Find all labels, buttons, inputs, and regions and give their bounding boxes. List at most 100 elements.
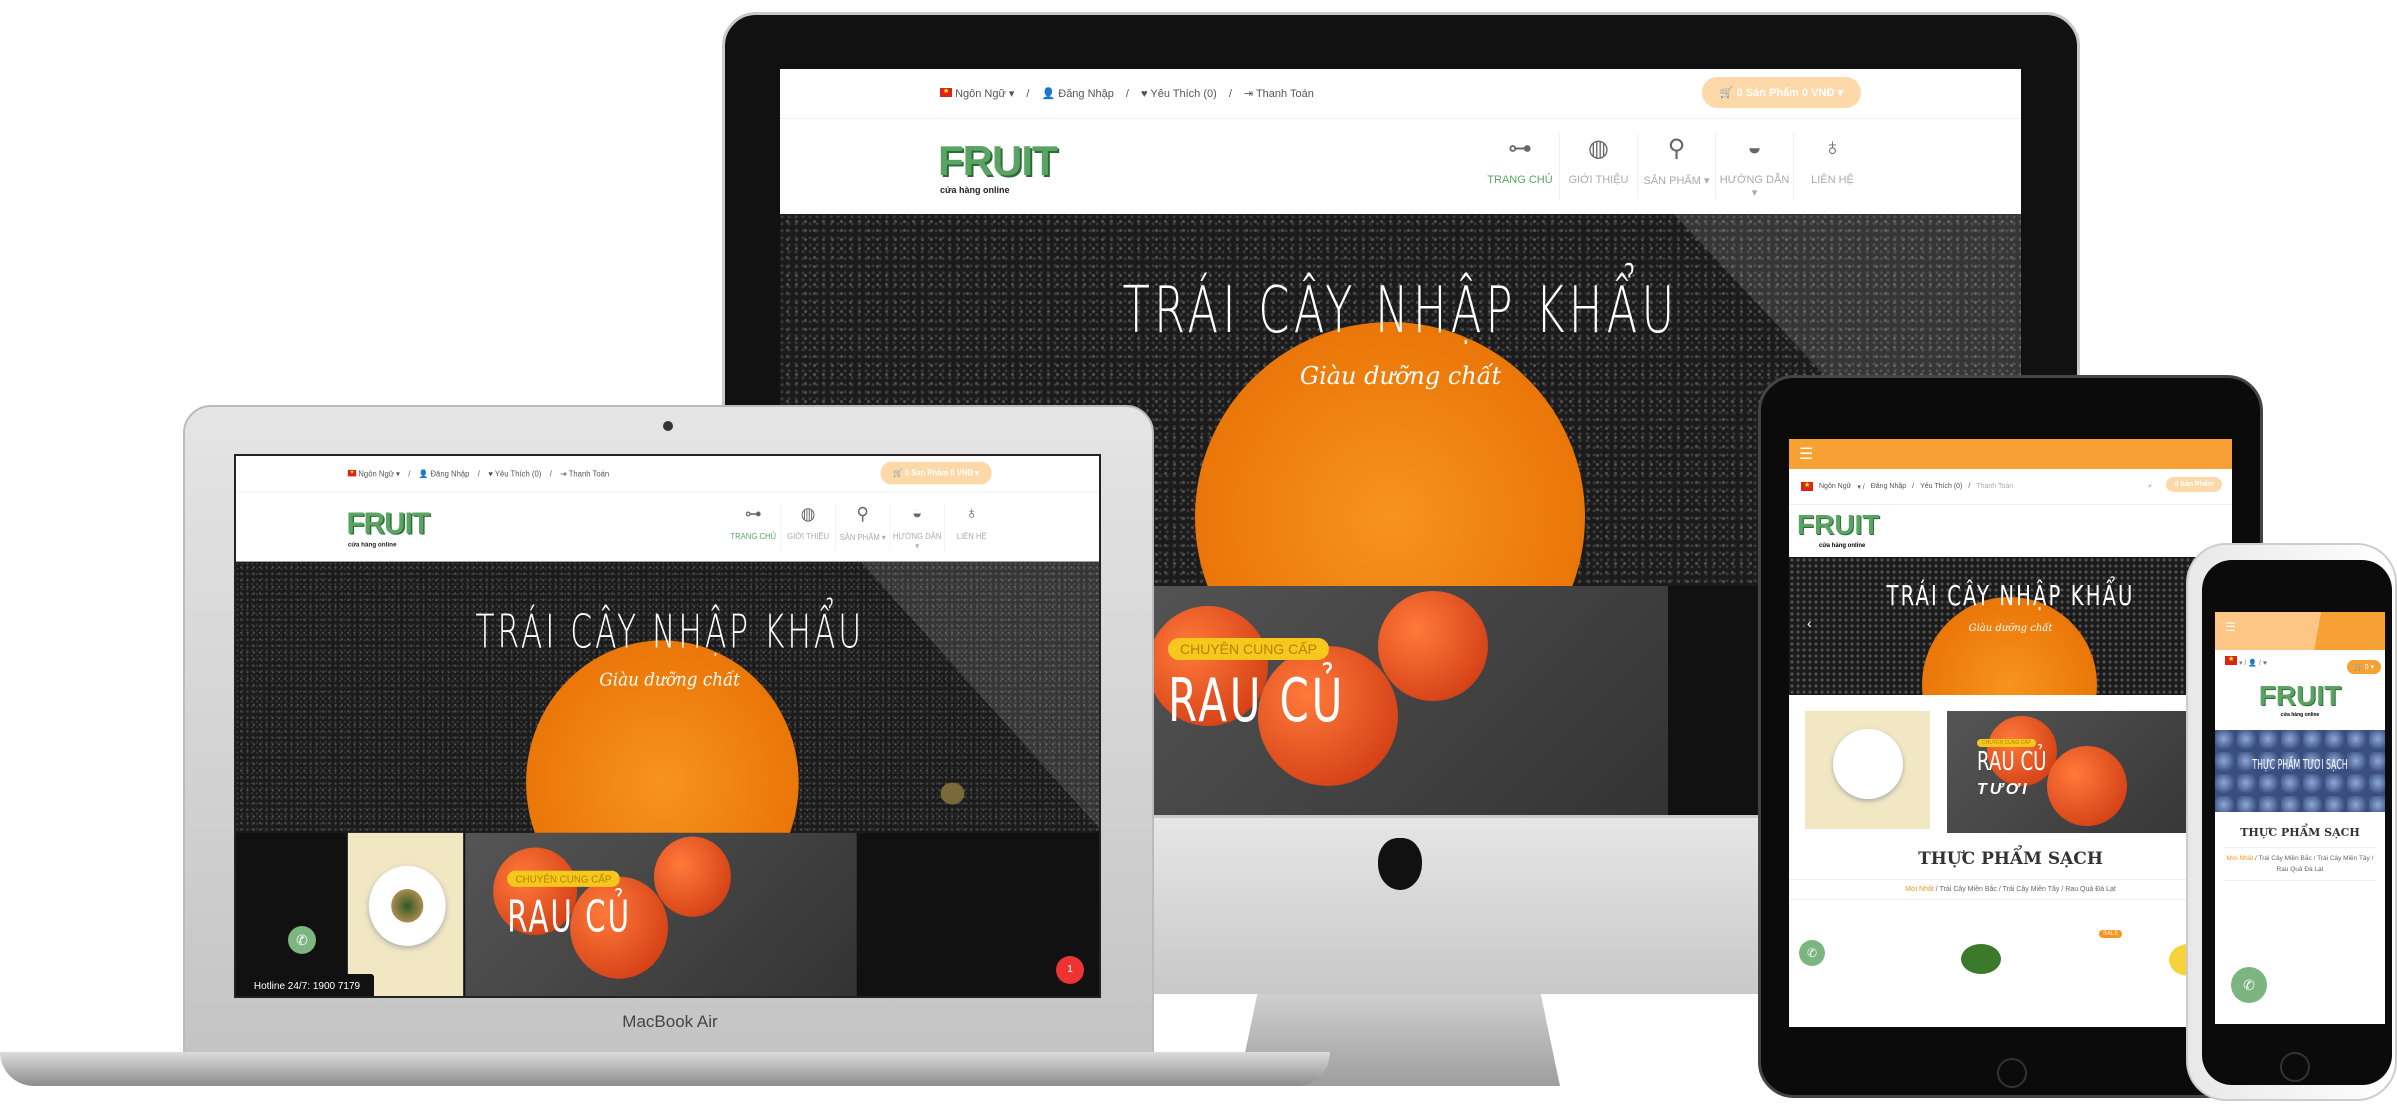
slider-prev-icon[interactable]: ‹ [1807, 615, 1812, 631]
tab-dalat-veg[interactable]: Rau Quả Đà Lạt [2277, 866, 2324, 873]
tab-north-fruit[interactable]: Trái Cây Miền Bắc [2259, 855, 2312, 862]
tomato-image [654, 836, 731, 917]
cart-label: 0 Sản Phẩm 0 VNĐ [904, 469, 974, 478]
checkout-link[interactable]: ⇥ Thanh Toán [560, 469, 609, 479]
laptop-base [0, 1052, 1330, 1086]
drumstick-icon: ⚲ [1667, 135, 1686, 162]
checkout-label: Thanh Toán [1255, 88, 1314, 100]
skewer-icon: ⊶ [744, 504, 762, 524]
vegetable-banner[interactable]: CHUYÊN CUNG CẤP RAU CỦ [1108, 586, 1668, 815]
dish-banner[interactable] [1805, 711, 1930, 829]
main-nav: FRUIT cửa hàng online ⊶ TRANG CHỦ ◍ GIỚI T… [236, 492, 1099, 562]
vietnam-flag-icon [1801, 481, 1813, 491]
vietnam-flag-icon[interactable] [2225, 655, 2237, 665]
logo-area: FRUIT cửa hàng online [1789, 505, 2232, 557]
nav-guide[interactable]: ◒ HƯỚNG DẪN ▾ [1715, 134, 1793, 199]
category-tabs: Mới Nhất / Trái Cây Miền Bắc / Trái Cây … [2223, 847, 2377, 881]
logo[interactable]: FRUIT [2215, 680, 2385, 712]
language-selector[interactable]: Ngôn Ngữ ▾ [940, 87, 1014, 100]
fruit-icon: ♁ [965, 503, 978, 524]
phone-call-button[interactable]: ✆ [2231, 967, 2267, 1003]
logo[interactable]: FRUIT [346, 506, 430, 541]
nav-label: TRANG CHỦ [1487, 174, 1553, 186]
camera-icon [663, 421, 673, 431]
nav-about[interactable]: ◍ GIỚI THIỆU [780, 503, 836, 551]
hero-slider[interactable]: TRÁI CÂY NHẬP KHẨU Giàu dưỡng chất ‹ [1789, 557, 2232, 695]
tab-newest[interactable]: Mới Nhất [2227, 855, 2254, 862]
hero-slider[interactable]: TRÁI CÂY NHẬP KHẨU Giàu dưỡng chất [236, 561, 1099, 833]
cart-button[interactable]: 0 Sản Phẩm [2166, 477, 2222, 492]
mobile-menu-bar: ☰ [1789, 439, 2232, 469]
nav-guide[interactable]: ◒ HƯỚNG DẪN ▾ [889, 503, 945, 551]
section-title: THỰC PHẨM SẠCH [1918, 849, 2103, 869]
laptop-model-label: MacBook Air [622, 1012, 718, 1031]
nav-label: SẢN PHẨM ▾ [839, 533, 886, 543]
separator: / [1026, 87, 1030, 100]
separator: / [1125, 87, 1129, 100]
vegetable-banner[interactable]: CHUYÊN CUNG CẤP RAU CỦ [465, 832, 857, 996]
hero-title: TRÁI CÂY NHẬP KHẨU [1886, 579, 2135, 612]
hamburger-menu-icon[interactable]: ☰ [2225, 620, 2236, 634]
login-link[interactable]: 👤 Đăng Nhập [1041, 87, 1113, 100]
nav-about[interactable]: ◍ GIỚI THIỆU [1559, 134, 1637, 199]
separator: / [1228, 87, 1232, 100]
tab-north-fruit[interactable]: Trái Cây Miền Bắc [1940, 886, 1997, 893]
tab-west-fruit[interactable]: Trái Cây Miền Tây [2317, 855, 2370, 862]
dish-banner[interactable] [347, 832, 464, 996]
apple-logo-icon [1378, 838, 1422, 890]
cart-count: 0 [2364, 664, 2369, 671]
vietnam-flag-icon [940, 87, 952, 97]
wishlist-link[interactable]: ♥ Yêu Thích (0) [488, 469, 541, 478]
tab-dalat-veg[interactable]: Rau Quả Đà Lạt [2065, 886, 2116, 893]
tab-newest[interactable]: Mới Nhất [1905, 886, 1934, 893]
phone-call-button[interactable]: ✆ [1799, 940, 1825, 966]
checkout-link[interactable]: Thanh Toán [1976, 483, 2013, 490]
language-selector[interactable]: Ngôn Ngữ [1819, 483, 1851, 490]
login-link[interactable]: 👤 Đăng Nhập [419, 469, 470, 479]
wishlist-link[interactable]: Yêu Thích (0) [1920, 483, 1962, 490]
nav-contact[interactable]: ♁ LIÊN HỆ [944, 503, 999, 551]
main-nav: FRUIT cửa hàng online ⊶ TRANG CHỦ ◍ GIỚI T… [780, 119, 2021, 214]
separator: / [477, 469, 480, 479]
fruit-icon: ♁ [1823, 134, 1842, 161]
cart-button[interactable]: 🛒 0 Sản Phẩm 0 VNĐ ▾ [880, 461, 992, 485]
cart-button[interactable]: 🛒 0 ▾ [2346, 660, 2381, 674]
checkout-link[interactable]: ⇥ Thanh Toán [1244, 87, 1314, 100]
login-link[interactable]: Đăng Nhập [1871, 483, 1906, 490]
nav-label: SẢN PHẨM ▾ [1643, 175, 1710, 187]
taco-icon: ◒ [1747, 134, 1762, 161]
orange-navel [940, 782, 965, 805]
nav-label: LIÊN HỆ [1811, 174, 1854, 186]
nav-home[interactable]: ⊶ TRANG CHỦ [1481, 134, 1559, 199]
section-title: THỰC PHẨM SẠCH [2240, 826, 2360, 839]
wishlist-label: Yêu Thích (0) [494, 469, 542, 479]
logo-tagline: cửa hàng online [1819, 543, 1866, 549]
home-button [2280, 1052, 2310, 1082]
logo[interactable]: FRUIT [938, 137, 1058, 185]
nav-products[interactable]: ⚲ SẢN PHẨM ▾ [1637, 134, 1715, 199]
drumstick-icon: ⚲ [856, 504, 869, 524]
hamburger-menu-icon[interactable]: ☰ [1799, 444, 1813, 464]
website-page: Ngôn Ngữ ▾ / 👤 Đăng Nhập / ♥ Yêu Thích (… [236, 456, 1099, 996]
nav-label: HƯỚNG DẪN ▾ [892, 532, 942, 551]
nav-home[interactable]: ⊶ TRANG CHỦ [726, 503, 781, 550]
nav-products[interactable]: ⚲ SẢN PHẨM ▾ [835, 503, 890, 551]
tomato-image [2047, 746, 2127, 826]
nav-contact[interactable]: ♁ LIÊN HỆ [1793, 134, 1871, 199]
logo[interactable]: FRUIT [1797, 509, 1879, 541]
sale-badge: SALE [2099, 930, 2123, 938]
hero-slider[interactable]: THỰC PHẨM TƯƠI SẠCH [2215, 730, 2385, 812]
product-image[interactable] [1961, 944, 2001, 974]
wishlist-link[interactable]: ♥ Yêu Thích (0) [1141, 88, 1217, 100]
nav-label: GIỚI THIỆU [1568, 174, 1629, 186]
logo-tagline: cửa hàng online [2280, 712, 2320, 718]
search-icon[interactable]: ⌕ [2148, 483, 2152, 491]
language-selector[interactable]: Ngôn Ngữ ▾ [347, 469, 400, 479]
banner-tag: CHUYÊN CUNG CẤP [1168, 638, 1329, 660]
nav-label: TRANG CHỦ [730, 532, 777, 542]
banner-subtitle: TƯƠI [1977, 781, 2030, 798]
hero-subtitle: Giàu dưỡng chất [1968, 623, 2053, 634]
nav-label: GIỚI THIỆU [787, 532, 830, 542]
tab-west-fruit[interactable]: Trái Cây Miền Tây [2003, 886, 2060, 893]
cart-button[interactable]: 🛒 0 Sản Phẩm 0 VNĐ ▾ [1701, 77, 1861, 108]
